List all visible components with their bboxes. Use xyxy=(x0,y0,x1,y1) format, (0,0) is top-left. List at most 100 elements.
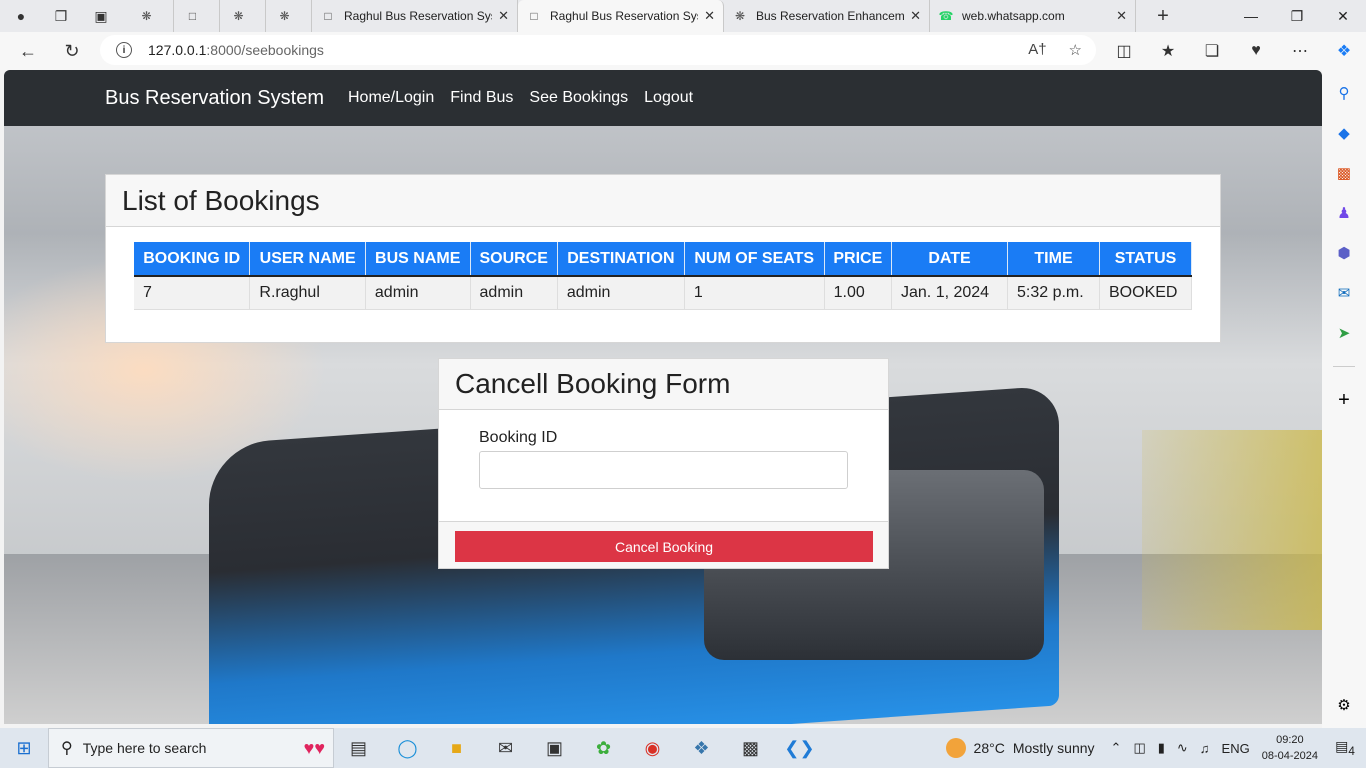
minimize-icon[interactable]: — xyxy=(1228,8,1274,25)
system-tray: 28°C Mostly sunny ⌃ ◫ ▮ ∿ ♫ ENG 09:20 08… xyxy=(945,732,1366,764)
tab-label: Raghul Bus Reservation Sys xyxy=(344,9,493,23)
favorites-icon[interactable]: ★ xyxy=(1146,41,1190,61)
search-icon: ⚲ xyxy=(61,740,73,757)
battery-icon[interactable]: ▮ xyxy=(1158,740,1165,756)
booking-id-input[interactable] xyxy=(479,451,848,489)
tab-chatgpt-1[interactable]: ❋ xyxy=(128,0,174,32)
tab-label: Bus Reservation Enhancem xyxy=(756,9,905,23)
close-icon[interactable]: ✕ xyxy=(704,8,715,24)
mail-icon[interactable]: ✉ xyxy=(481,738,530,759)
task-view-icon[interactable]: ▤ xyxy=(334,738,383,759)
page-icon: □ xyxy=(324,9,332,23)
close-icon[interactable]: ✕ xyxy=(498,8,509,24)
tab-chatgpt-3[interactable]: ❋ xyxy=(266,0,312,32)
close-window-icon[interactable]: ✕ xyxy=(1320,8,1366,25)
cancel-booking-button[interactable]: Cancel Booking xyxy=(455,531,873,562)
notification-icon[interactable]: ▤4 xyxy=(1330,738,1360,758)
tab-raghul-active[interactable]: □ Raghul Bus Reservation Sys ✕ xyxy=(518,0,724,32)
favorite-star-icon[interactable]: ☆ xyxy=(1069,41,1082,59)
weather-temp: 28°C xyxy=(973,740,1005,756)
browser-tab-strip: ● ❐ ▣ ❋ □ ❋ ❋ □ Raghul Bus Reservation S… xyxy=(0,0,1366,32)
copilot-icon[interactable]: ❖ xyxy=(1322,41,1366,61)
table-cell: BOOKED xyxy=(1099,276,1192,310)
url-path: :8000/seebookings xyxy=(206,42,324,58)
weather-text: Mostly sunny xyxy=(1012,740,1095,756)
close-icon[interactable]: ✕ xyxy=(1116,8,1127,24)
volume-icon[interactable]: ♫ xyxy=(1200,741,1210,756)
language-indicator[interactable]: ENG xyxy=(1222,741,1250,756)
green-app-icon[interactable]: ✿ xyxy=(579,738,628,759)
shopping-tag-icon[interactable]: ◆ xyxy=(1333,122,1355,144)
python-icon[interactable]: ❖ xyxy=(677,738,726,759)
chrome-icon[interactable]: ◉ xyxy=(628,738,677,759)
read-aloud-icon[interactable]: A† xyxy=(1028,41,1046,59)
new-tab-icon[interactable]: + xyxy=(1150,3,1176,29)
tab-actions-icon[interactable]: ▣ xyxy=(88,3,114,29)
split-screen-icon[interactable]: ◫ xyxy=(1102,41,1146,61)
column-header: STATUS xyxy=(1099,242,1192,277)
tab-raghul-1[interactable]: □ Raghul Bus Reservation Sys ✕ xyxy=(312,0,518,32)
bookings-card: List of Bookings BOOKING ID USER NAME BU… xyxy=(105,174,1221,343)
wifi-icon[interactable]: ∿ xyxy=(1177,740,1188,756)
taskbar-clock[interactable]: 09:20 08-04-2024 xyxy=(1262,732,1318,764)
edge-icon[interactable]: ◯ xyxy=(383,738,432,759)
site-brand[interactable]: Bus Reservation System xyxy=(105,87,324,110)
tab-whatsapp[interactable]: ☎ web.whatsapp.com ✕ xyxy=(930,0,1136,32)
collections-icon[interactable]: ❏ xyxy=(1190,41,1234,61)
file-explorer-icon[interactable]: ■ xyxy=(432,738,481,759)
table-cell: 1 xyxy=(684,276,825,310)
drop-icon[interactable]: ➤ xyxy=(1333,322,1355,344)
weather-widget[interactable]: 28°C Mostly sunny xyxy=(945,738,1095,758)
notification-count: 4 xyxy=(1348,744,1355,758)
search-highlight-icon: ♥♥ xyxy=(303,737,325,758)
meet-icon[interactable]: ◫ xyxy=(1133,740,1145,756)
table-cell: 7 xyxy=(134,276,251,310)
column-header: DATE xyxy=(891,242,1008,277)
search-icon[interactable]: ⚲ xyxy=(1333,82,1355,104)
chatgpt-icon: ❋ xyxy=(141,9,152,23)
vscode-icon[interactable]: ❮❯ xyxy=(775,738,824,759)
microsoft365-icon[interactable]: ⬢ xyxy=(1333,242,1355,264)
booking-id-label: Booking ID xyxy=(479,429,558,446)
nav-find-bus[interactable]: Find Bus xyxy=(450,89,513,107)
tools-briefcase-icon[interactable]: ▩ xyxy=(1333,162,1355,184)
bookings-title: List of Bookings xyxy=(122,184,320,216)
browser-essentials-icon[interactable]: ♥ xyxy=(1234,42,1278,60)
outlook-icon[interactable]: ✉ xyxy=(1333,282,1355,304)
command-prompt-icon[interactable]: ▩ xyxy=(726,738,775,759)
tab-page-1[interactable]: □ xyxy=(174,0,220,32)
chatgpt-icon: ❋ xyxy=(734,9,746,23)
page-viewport: Bus Reservation System Home/Login Find B… xyxy=(4,70,1322,724)
tab-chatgpt-2[interactable]: ❋ xyxy=(220,0,266,32)
windows-taskbar: ⊞ ⚲ Type here to search ♥♥ ▤ ◯ ■ ✉ ▣ ✿ ◉… xyxy=(0,728,1366,768)
cancel-form-title: Cancell Booking Form xyxy=(455,368,731,399)
close-icon[interactable]: ✕ xyxy=(910,8,921,24)
url-bar[interactable]: i 127.0.0.1:8000/seebookings A† ☆ xyxy=(100,35,1096,65)
nav-logout[interactable]: Logout xyxy=(644,89,693,107)
column-header: DESTINATION xyxy=(557,242,685,277)
workspaces-icon[interactable]: ❐ xyxy=(48,3,74,29)
tab-bus-enhancement[interactable]: ❋ Bus Reservation Enhancem ✕ xyxy=(724,0,930,32)
more-options-icon[interactable]: ⋯ xyxy=(1278,41,1322,61)
table-row: 7 R.raghul admin admin admin 1 1.00 Jan.… xyxy=(134,276,1192,310)
url-host: 127.0.0.1 xyxy=(148,42,207,58)
chevron-up-icon[interactable]: ⌃ xyxy=(1111,740,1122,756)
page-icon: □ xyxy=(530,9,538,23)
cancel-card-header: Cancell Booking Form xyxy=(439,359,888,410)
edge-sidebar: ⚲ ◆ ▩ ♟ ⬢ ✉ ➤ + ⚙ xyxy=(1322,70,1366,728)
restore-icon[interactable]: ❐ xyxy=(1274,8,1320,25)
back-icon[interactable]: ← xyxy=(6,41,50,62)
windows-start-icon[interactable]: ⊞ xyxy=(0,738,48,759)
add-icon[interactable]: + xyxy=(1333,389,1355,411)
nav-home-login[interactable]: Home/Login xyxy=(348,89,434,107)
table-cell: R.raghul xyxy=(249,276,366,310)
profile-icon[interactable]: ● xyxy=(8,3,34,29)
games-icon[interactable]: ♟ xyxy=(1333,202,1355,224)
terminal-app-icon[interactable]: ▣ xyxy=(530,738,579,759)
taskbar-search[interactable]: ⚲ Type here to search ♥♥ xyxy=(48,728,334,768)
settings-gear-icon[interactable]: ⚙ xyxy=(1333,694,1355,716)
info-icon[interactable]: i xyxy=(116,42,132,58)
nav-see-bookings[interactable]: See Bookings xyxy=(529,89,628,107)
address-bar-row: ← ↻ i 127.0.0.1:8000/seebookings A† ☆ ◫ … xyxy=(0,32,1366,70)
refresh-icon[interactable]: ↻ xyxy=(50,41,94,62)
